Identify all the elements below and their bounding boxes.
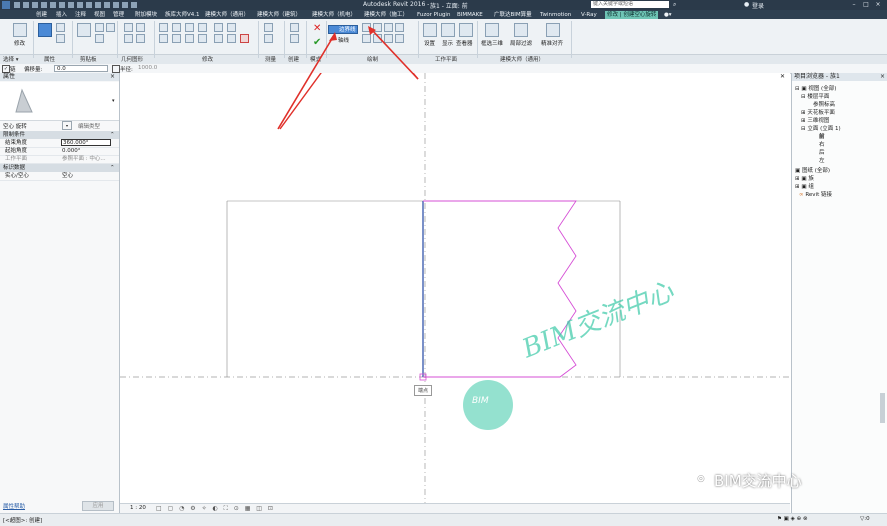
property-key: 工作平面 [5, 156, 28, 162]
tree-node-views[interactable]: ⊟ ▣ 视图 (全部) [795, 84, 836, 92]
browser-scrollbar[interactable] [880, 393, 885, 423]
properties-help-link[interactable]: 属性帮助 [3, 502, 25, 510]
watermark-badge-text: BIM [472, 396, 489, 406]
link-icon: ∞ [799, 192, 804, 198]
identity-header: 标识数据 [3, 165, 26, 171]
tree-node-revit-links[interactable]: ∞ Revit 链接 [799, 190, 832, 198]
status-hint: [<超图>: 创建] [3, 518, 43, 524]
tree-node-right[interactable]: 右 [819, 140, 825, 148]
view-controls-icons[interactable]: □ ▢ ◔ ⚙ ✧ ◐ ⛶ ⊙ ▦ ◫ ⊡ [156, 505, 275, 513]
brand-watermark: BIM交流中心 [714, 472, 802, 490]
tree-node-floor-plans[interactable]: ⊟ 楼层平面 [801, 92, 829, 100]
arrowhead-left [329, 32, 337, 41]
tree-node-back[interactable]: 后 [819, 148, 825, 156]
property-key: 实心/空心 [5, 173, 29, 179]
annotation-arrows-overlay [277, 26, 419, 130]
apply-button[interactable]: 应用 [82, 501, 114, 511]
wechat-icon: ◎ [697, 474, 705, 484]
arrow-to-line-tool [371, 29, 419, 80]
status-bar: [<超图>: 创建] ◎ BIM交流中心 ⚑ ▣ ◈ ⊕ ⊗ ▽:0 [0, 472, 887, 526]
property-row-solid-void[interactable]: 实心/空心 空心 [0, 172, 119, 181]
status-icons[interactable]: ⚑ ▣ ◈ ⊕ ⊗ [777, 516, 808, 522]
tree-node-groups[interactable]: ⊞ ▣ 组 [795, 182, 814, 190]
tree-node-ceiling-plans[interactable]: ⊞ 天花板平面 [801, 108, 835, 116]
property-key: 起始角度 [5, 148, 28, 154]
endpoint-tooltip: 端点 [414, 385, 433, 396]
tree-node-left[interactable]: 左 [819, 156, 825, 164]
tree-node-ref-level[interactable]: 参照标高 [813, 100, 835, 108]
project-browser-header: 项目浏览器 - 族1 × [792, 73, 887, 81]
work-plane-value: 参照平面 : 中心... [62, 156, 106, 162]
start-angle-value[interactable]: 0.000° [62, 147, 81, 155]
filter-count[interactable]: ▽:0 [860, 516, 870, 522]
property-row-work-plane: 工作平面 参照平面 : 中心... [0, 155, 119, 164]
collapse-icon[interactable]: ⌃ [110, 164, 115, 172]
project-browser-title: 项目浏览器 - 族1 [794, 73, 840, 80]
arrow-to-boundary-line [277, 36, 334, 130]
view-scale[interactable]: 1 : 20 [130, 505, 146, 511]
project-browser: 项目浏览器 - 族1 × ⊟ ▣ 视图 (全部) ⊟ 楼层平面 参照标高 ⊞ 天… [791, 73, 887, 518]
identity-section[interactable]: 标识数据 ⌃ [0, 164, 119, 172]
tree-node-elevations[interactable]: ⊟ 立面 (立面 1) [801, 124, 841, 132]
property-key: 结束角度 [5, 140, 28, 146]
solid-void-value[interactable]: 空心 [62, 172, 73, 180]
end-angle-input[interactable]: 360.000° [61, 139, 111, 146]
browser-close-icon[interactable]: × [880, 73, 885, 81]
tree-node-3d-views[interactable]: ⊞ 三维视图 [801, 116, 829, 124]
tree-node-sheets[interactable]: ▣ 图纸 (全部) [795, 166, 830, 174]
tree-node-front[interactable]: 前 [819, 132, 825, 140]
tree-node-families[interactable]: ⊞ ▣ 族 [795, 174, 814, 182]
